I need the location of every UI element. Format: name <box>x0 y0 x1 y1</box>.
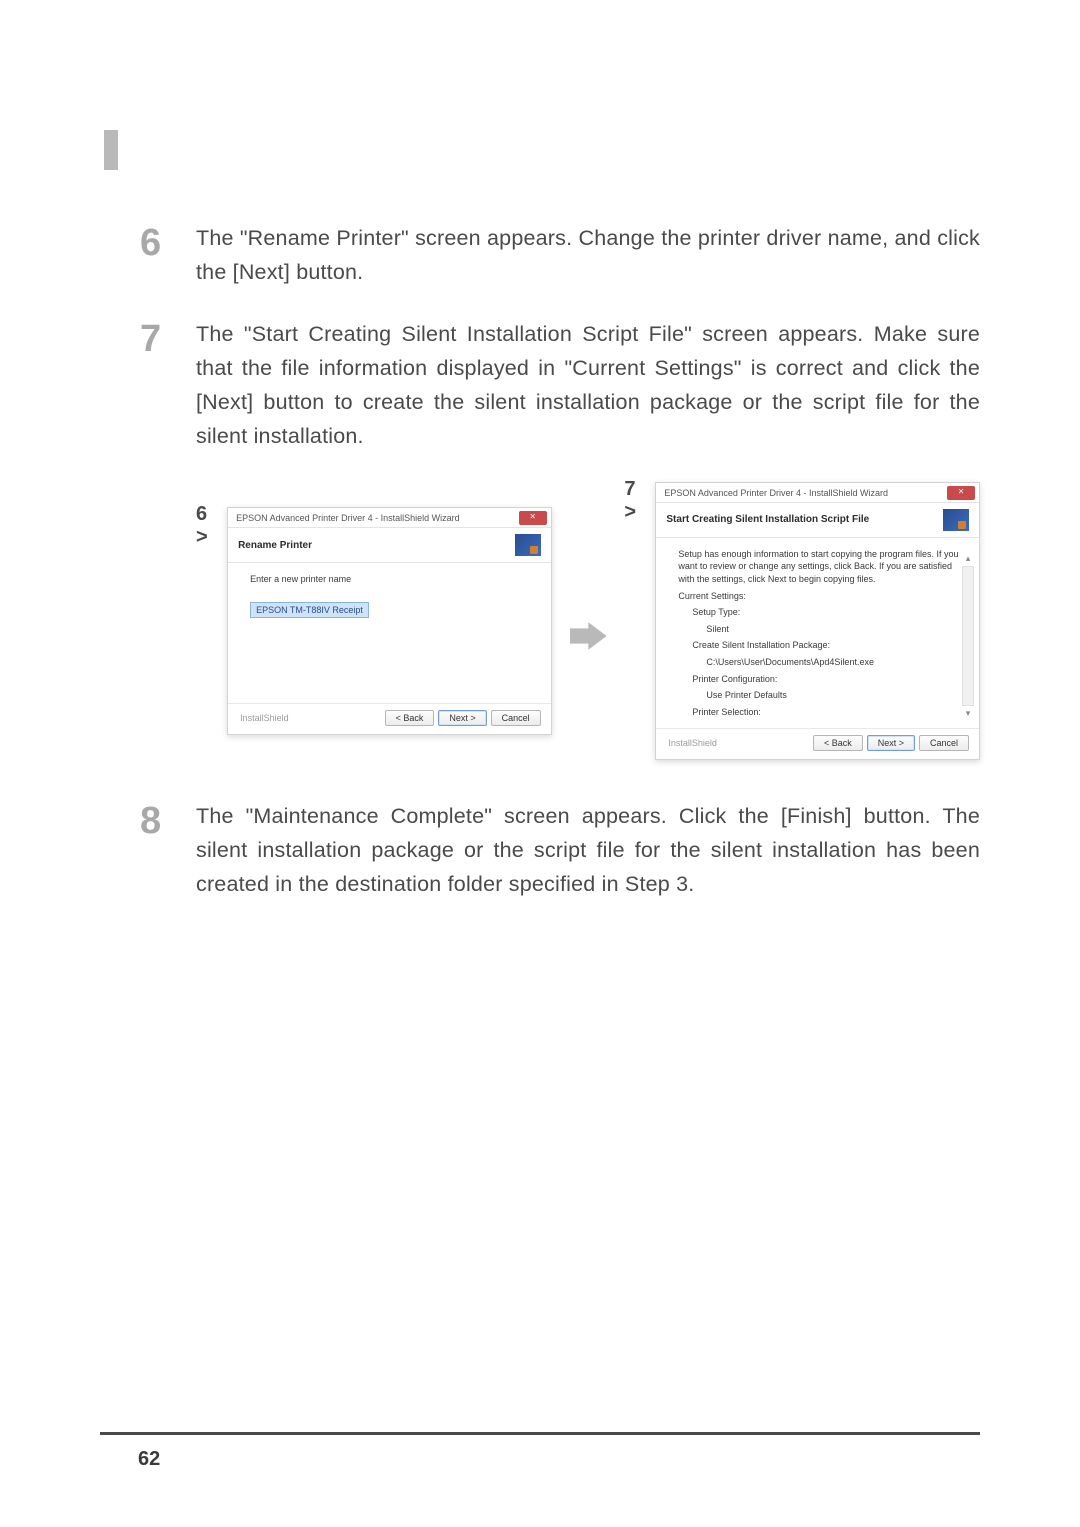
current-settings-label: Current Settings: <box>678 590 965 603</box>
cancel-button[interactable]: Cancel <box>919 735 969 751</box>
close-icon[interactable] <box>519 511 547 525</box>
dialog-footer: InstallShield < Back Next > Cancel <box>228 703 551 734</box>
close-icon[interactable] <box>947 486 975 500</box>
dialog-title: EPSON Advanced Printer Driver 4 - Instal… <box>236 513 460 523</box>
dialog-titlebar: EPSON Advanced Printer Driver 4 - Instal… <box>228 508 551 528</box>
next-button[interactable]: Next > <box>438 710 486 726</box>
dialog-rename-printer: EPSON Advanced Printer Driver 4 - Instal… <box>227 507 552 735</box>
installer-banner-icon <box>515 534 541 556</box>
dialog-header: Start Creating Silent Installation Scrip… <box>656 503 979 538</box>
dialog-header-title: Rename Printer <box>238 540 312 551</box>
section-tab <box>104 130 118 170</box>
page-content: 6 The "Rename Printer" screen appears. C… <box>140 222 980 930</box>
dialog-body: Setup has enough information to start co… <box>656 538 979 729</box>
printer-name-input[interactable]: EPSON TM-T88IV Receipt <box>250 602 369 619</box>
installer-banner-icon <box>943 509 969 531</box>
footer-rule <box>100 1432 980 1435</box>
page-number: 62 <box>138 1448 160 1471</box>
step-text: The "Start Creating Silent Installation … <box>196 318 980 454</box>
step-number: 8 <box>140 800 196 840</box>
setting-line: Printer Configuration: <box>678 673 965 686</box>
step-text: The "Rename Printer" screen appears. Cha… <box>196 222 980 290</box>
scroll-down-icon[interactable]: ▾ <box>966 708 971 719</box>
figure-7: 7 > EPSON Advanced Printer Driver 4 - In… <box>624 482 980 761</box>
setting-line: Create Silent Installation Package: <box>678 639 965 652</box>
back-button[interactable]: < Back <box>813 735 863 751</box>
setting-line: Printer Selection: <box>678 706 965 719</box>
dialog-header-title: Start Creating Silent Installation Scrip… <box>666 514 869 525</box>
figure-label: 7 > <box>624 478 651 524</box>
dialog-body: Enter a new printer name EPSON TM-T88IV … <box>228 563 551 703</box>
dialog-header: Rename Printer <box>228 528 551 563</box>
dialog-title: EPSON Advanced Printer Driver 4 - Instal… <box>664 488 888 498</box>
setting-value: C:\Users\User\Documents\Apd4Silent.exe <box>678 656 965 669</box>
dialog-buttons: < Back Next > Cancel <box>813 735 969 751</box>
step-6: 6 The "Rename Printer" screen appears. C… <box>140 222 980 290</box>
figure-label: 6 > <box>196 503 223 549</box>
dialog-start-creating-script: EPSON Advanced Printer Driver 4 - Instal… <box>655 482 980 761</box>
intro-text: Setup has enough information to start co… <box>678 548 965 586</box>
scroll-up-icon[interactable]: ▴ <box>966 553 971 564</box>
scroll-track[interactable] <box>962 566 974 707</box>
step-text: The "Maintenance Complete" screen appear… <box>196 800 980 902</box>
dialog-titlebar: EPSON Advanced Printer Driver 4 - Instal… <box>656 483 979 503</box>
figure-row: 6 > EPSON Advanced Printer Driver 4 - In… <box>196 482 980 761</box>
next-button[interactable]: Next > <box>867 735 915 751</box>
back-button[interactable]: < Back <box>385 710 435 726</box>
setting-value: Use Printer Defaults <box>678 689 965 702</box>
setting-line: Setup Type: <box>678 606 965 619</box>
figure-6: 6 > EPSON Advanced Printer Driver 4 - In… <box>196 507 552 735</box>
arrow-right-icon <box>570 618 607 654</box>
installer-brand: InstallShield <box>668 738 717 748</box>
dialog-buttons: < Back Next > Cancel <box>385 710 541 726</box>
step-7: 7 The "Start Creating Silent Installatio… <box>140 318 980 454</box>
dialog-footer: InstallShield < Back Next > Cancel <box>656 728 979 759</box>
scrollbar[interactable]: ▴ ▾ <box>961 553 975 720</box>
setting-value: Silent <box>678 623 965 636</box>
field-label: Enter a new printer name <box>250 573 537 586</box>
step-number: 7 <box>140 318 196 358</box>
cancel-button[interactable]: Cancel <box>491 710 541 726</box>
step-8: 8 The "Maintenance Complete" screen appe… <box>140 800 980 902</box>
installer-brand: InstallShield <box>240 713 289 723</box>
step-number: 6 <box>140 222 196 262</box>
